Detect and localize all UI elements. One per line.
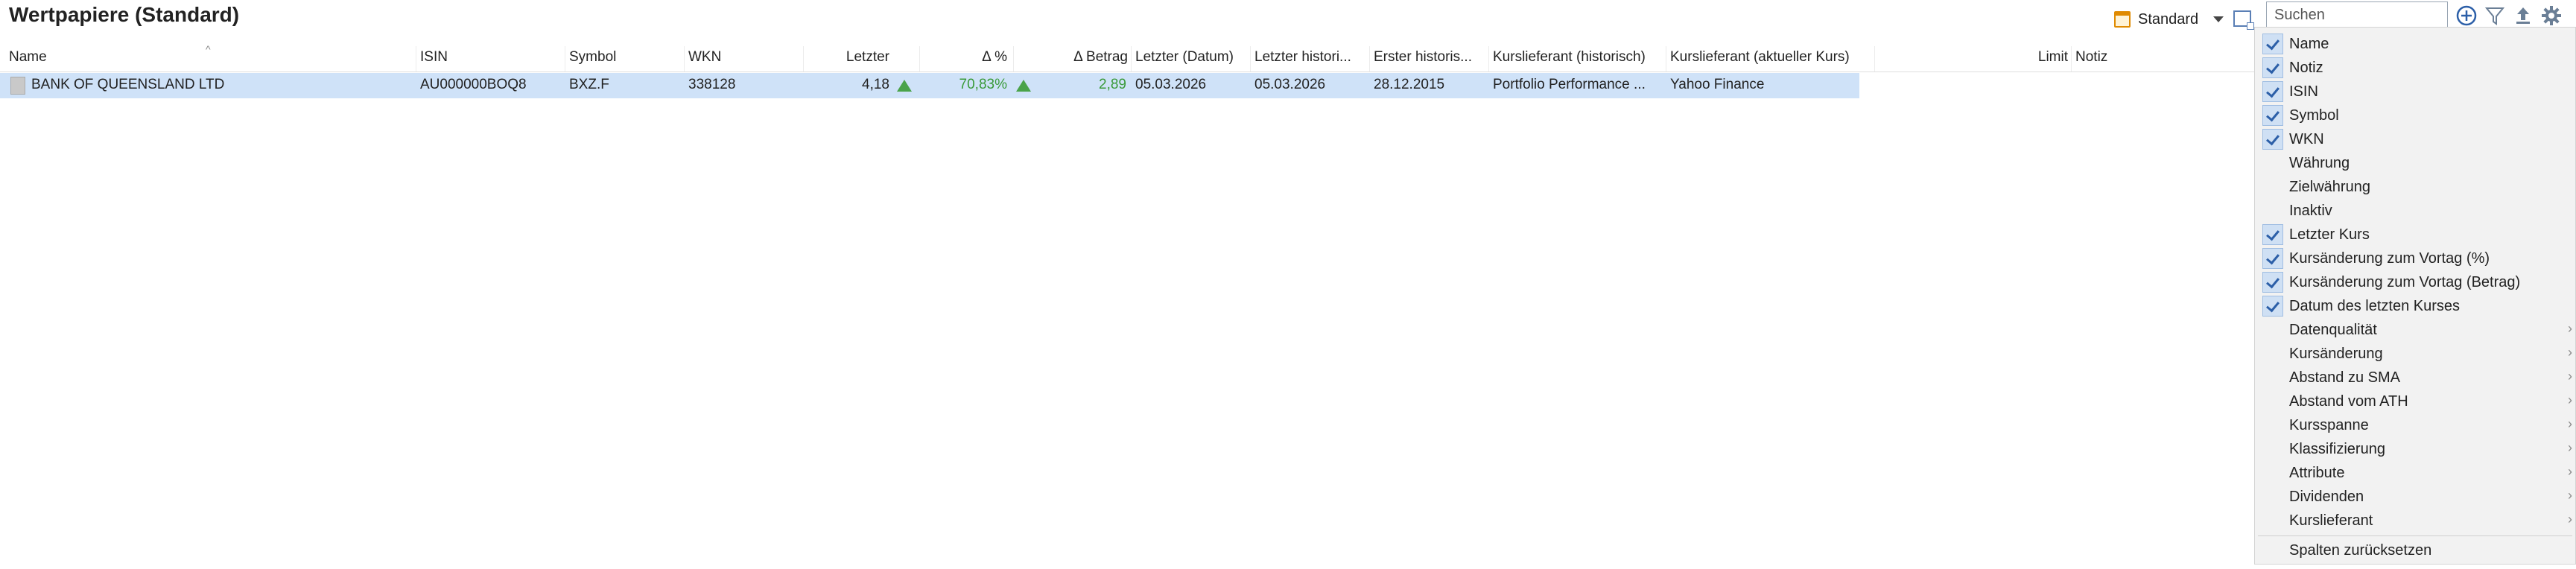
menu-item-dividends[interactable]: Dividenden › [2255, 485, 2575, 509]
view-selector-button[interactable]: Standard [2114, 6, 2224, 33]
chevron-right-icon: › [2568, 416, 2572, 431]
chevron-right-icon: › [2568, 345, 2572, 360]
column-header-note[interactable]: Notiz [2075, 49, 2135, 66]
column-header-isin[interactable]: ISIN [420, 49, 562, 66]
column-header-wkn[interactable]: WKN [688, 49, 800, 66]
menu-item-inactive[interactable]: Inaktiv [2255, 199, 2575, 223]
menu-item-isin[interactable]: ISIN [2255, 80, 2575, 104]
chevron-right-icon: › [2568, 440, 2572, 455]
chevron-right-icon: › [2568, 369, 2572, 384]
chevron-right-icon: › [2568, 392, 2572, 407]
column-header-delta-pct[interactable]: Δ % [924, 49, 1007, 66]
cell-provider-current: Yahoo Finance [1670, 77, 1765, 92]
trend-up-icon [897, 80, 912, 92]
cell-wkn: 338128 [688, 77, 736, 92]
column-header-provider-hist[interactable]: Kurslieferant (historisch) [1493, 49, 1666, 66]
column-header-last-date[interactable]: Letzter (Datum) [1135, 49, 1247, 66]
cell-name: BANK OF QUEENSLAND LTD [31, 77, 225, 92]
gear-icon[interactable] [2539, 3, 2564, 28]
page-title: Wertpapiere (Standard) [9, 3, 240, 26]
checkmark-icon [2262, 224, 2283, 245]
security-document-icon [10, 77, 25, 95]
chevron-down-icon [2213, 16, 2224, 22]
checkmark-icon [2262, 105, 2283, 126]
column-header-name[interactable]: Name [9, 49, 188, 66]
checkmark-icon [2262, 272, 2283, 293]
column-header-limit[interactable]: Limit [2011, 49, 2068, 66]
cell-delta-pct: 70,83% [959, 77, 1007, 92]
menu-item-symbol[interactable]: Symbol [2255, 104, 2575, 127]
trend-up-icon [1016, 80, 1031, 92]
menu-separator [2258, 535, 2572, 536]
filter-icon[interactable] [2482, 3, 2507, 28]
checkmark-icon [2262, 34, 2283, 54]
chevron-right-icon: › [2568, 488, 2572, 503]
column-header-symbol[interactable]: Symbol [569, 49, 681, 66]
menu-item-price-provider[interactable]: Kurslieferant › [2255, 509, 2575, 533]
checkmark-icon [2262, 248, 2283, 269]
column-header-delta-amount[interactable]: Δ Betrag [1018, 49, 1128, 66]
menu-item-price-change[interactable]: Kursänderung › [2255, 342, 2575, 366]
search-input[interactable] [2266, 1, 2448, 28]
chevron-right-icon: › [2568, 464, 2572, 479]
menu-item-distance-sma[interactable]: Abstand zu SMA › [2255, 366, 2575, 390]
add-icon[interactable] [2454, 3, 2479, 28]
chevron-right-icon: › [2568, 512, 2572, 527]
chevron-right-icon: › [2568, 321, 2572, 336]
checkmark-icon [2262, 129, 2283, 150]
menu-item-last-price-date[interactable]: Datum des letzten Kurses [2255, 294, 2575, 318]
column-header-last[interactable]: Letzter [808, 49, 889, 66]
checkmark-icon [2262, 81, 2283, 102]
cell-first-hist: 28.12.2015 [1374, 77, 1445, 92]
cell-symbol: BXZ.F [569, 77, 609, 92]
table-row[interactable]: BANK OF QUEENSLAND LTD AU000000BOQ8 BXZ.… [0, 73, 1859, 98]
menu-item-classification[interactable]: Klassifizierung › [2255, 437, 2575, 461]
menu-item-data-quality[interactable]: Datenqualität › [2255, 318, 2575, 342]
cell-last-hist: 05.03.2026 [1254, 77, 1326, 92]
menu-item-currency[interactable]: Währung [2255, 151, 2575, 175]
menu-item-reset-columns[interactable]: Spalten zurücksetzen [2255, 538, 2575, 562]
cell-last-date: 05.03.2026 [1135, 77, 1207, 92]
view-selector-label: Standard [2138, 10, 2199, 28]
window-icon[interactable] [2233, 10, 2254, 30]
menu-item-change-pct[interactable]: Kursänderung zum Vortag (%) [2255, 247, 2575, 270]
menu-item-last-price[interactable]: Letzter Kurs [2255, 223, 2575, 247]
export-icon[interactable] [2510, 3, 2536, 28]
menu-item-attributes[interactable]: Attribute › [2255, 461, 2575, 485]
checkmark-icon [2262, 296, 2283, 317]
menu-item-price-range[interactable]: Kursspanne › [2255, 413, 2575, 437]
menu-item-note[interactable]: Notiz [2255, 56, 2575, 80]
cell-isin: AU000000BOQ8 [420, 77, 527, 92]
cell-provider-hist: Portfolio Performance ... [1493, 77, 1646, 92]
cell-last: 4,18 [862, 77, 889, 92]
menu-item-wkn[interactable]: WKN [2255, 127, 2575, 151]
menu-item-distance-ath[interactable]: Abstand vom ATH › [2255, 390, 2575, 413]
menu-item-target-currency[interactable]: Zielwährung [2255, 175, 2575, 199]
column-header-last-hist[interactable]: Letzter histori... [1254, 49, 1366, 66]
column-header-provider-current[interactable]: Kurslieferant (aktueller Kurs) [1670, 49, 1871, 66]
checkmark-icon [2262, 57, 2283, 78]
column-chooser-menu: Name Notiz ISIN Symbol WKN Währung Zielw… [2254, 27, 2576, 565]
menu-item-change-amount[interactable]: Kursänderung zum Vortag (Betrag) [2255, 270, 2575, 294]
menu-item-name[interactable]: Name [2255, 32, 2575, 56]
table-header: Name ISIN Symbol WKN Letzter Δ % Δ Betra… [0, 46, 2265, 72]
calendar-icon [2114, 11, 2131, 28]
cell-delta-amount: 2,89 [1099, 77, 1126, 92]
column-header-first-hist[interactable]: Erster historis... [1374, 49, 1485, 66]
